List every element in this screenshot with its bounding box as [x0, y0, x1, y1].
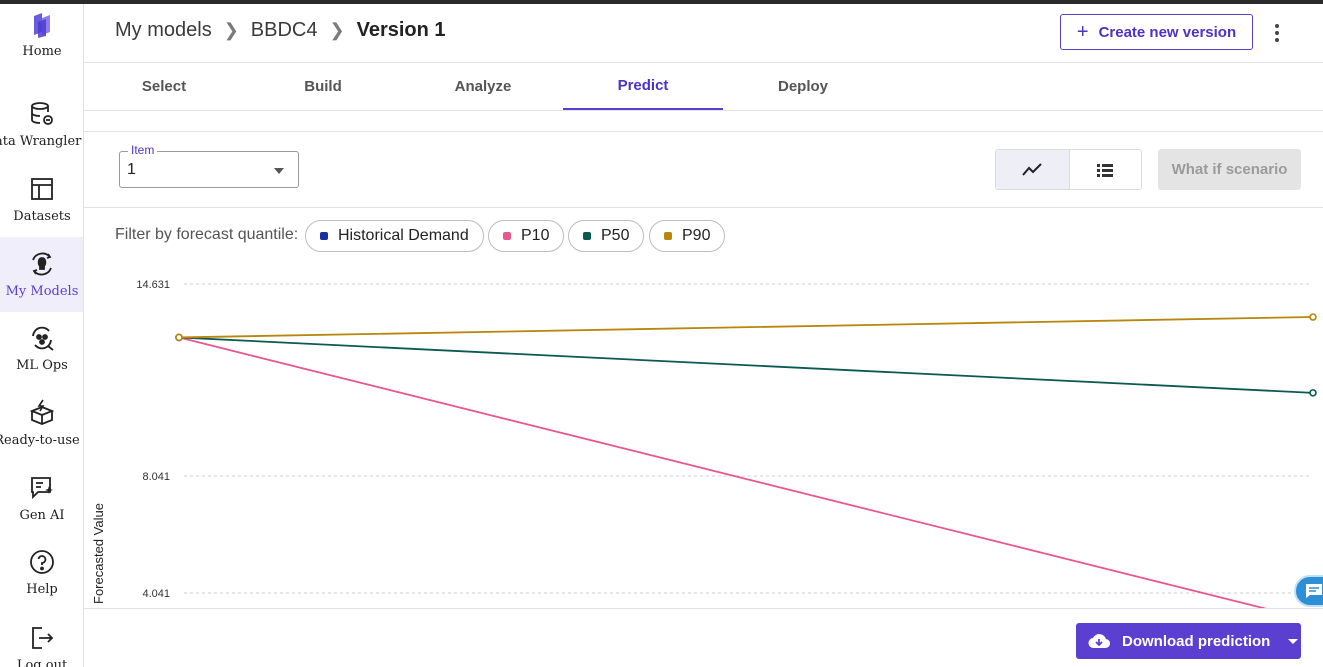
gen-ai-chat-icon [31, 477, 53, 500]
chart-view-button[interactable] [996, 150, 1069, 189]
breadcrumb-version: Version 1 [356, 19, 446, 41]
tab-bar: Select Build Analyze Predict Deploy [84, 63, 1323, 111]
chip-historical-demand[interactable]: Historical Demand [305, 220, 484, 252]
create-new-version-label: Create new version [1098, 23, 1237, 41]
breadcrumb: My models ❯ BBDC4 ❯ Version 1 [115, 19, 446, 42]
sidebar-item-log-out[interactable]: Log out [0, 624, 83, 667]
sidebar-item-label: Help [26, 582, 58, 597]
series-line-p10 [178, 336, 1267, 608]
tab-build[interactable]: Build [243, 63, 403, 110]
sidebar-item-ml-ops[interactable]: ML Ops [0, 324, 83, 394]
chip-p50[interactable]: P50 [568, 220, 645, 252]
forecast-chart: 14.631 8.041 4.041 Forecasted Value [84, 262, 1323, 608]
data-point-p50 [1309, 389, 1317, 397]
y-tick-label: 14.631 [136, 279, 170, 291]
sidebar-item-data-wrangler[interactable]: Data Wrangler [0, 100, 83, 170]
filter-label: Filter by forecast quantile: [115, 226, 299, 243]
sidebar-item-label: Log out [16, 658, 68, 667]
legend-swatch [583, 232, 591, 240]
sidebar-item-label: ML Ops [16, 358, 68, 373]
cloud-download-icon [1088, 634, 1110, 649]
sidebar-item-label: Home [22, 44, 62, 59]
tab-predict[interactable]: Predict [563, 63, 723, 110]
series-line-p50 [178, 336, 1314, 394]
download-prediction-button[interactable]: Download prediction [1076, 623, 1301, 659]
create-new-version-button[interactable]: + Create new version [1060, 14, 1253, 50]
sidebar-item-home[interactable]: Home [0, 10, 83, 80]
chip-p90[interactable]: P90 [649, 220, 726, 252]
sidebar-item-gen-ai[interactable]: Gen AI [0, 474, 83, 544]
legend-swatch [503, 232, 511, 240]
section-divider [84, 207, 1323, 208]
section-divider [84, 131, 1323, 132]
sidebar-item-help[interactable]: Help [0, 548, 83, 618]
breadcrumb-my-models[interactable]: My models [115, 19, 212, 42]
list-icon [1097, 163, 1114, 177]
sidebar-item-label: Gen AI [19, 508, 65, 523]
more-options-icon[interactable] [1272, 20, 1282, 46]
ready-box-icon [29, 399, 55, 425]
y-tick-label: 4.041 [142, 588, 170, 600]
chevron-right-icon: ❯ [223, 20, 239, 40]
caret-down-icon [274, 168, 284, 174]
sidebar-item-my-models[interactable]: My Models [0, 237, 83, 312]
home-logo-icon [34, 13, 50, 38]
footer-divider [84, 608, 1323, 609]
logout-icon [32, 627, 54, 649]
table-icon [31, 178, 53, 200]
item-select[interactable]: Item 1 [119, 143, 299, 188]
sidebar-item-datasets[interactable]: Datasets [0, 175, 83, 245]
tab-analyze[interactable]: Analyze [403, 63, 563, 110]
sidebar: Home Data Wrangler Datasets My Models [0, 4, 84, 667]
sidebar-item-ready-to-use[interactable]: Ready-to-use [0, 399, 83, 469]
chip-label: Historical Demand [338, 227, 469, 244]
mlops-icon [32, 326, 54, 351]
chip-p10[interactable]: P10 [488, 220, 565, 252]
y-axis-label: Forecasted Value [91, 503, 106, 604]
database-icon [31, 102, 53, 125]
y-tick-label: 8.041 [142, 471, 170, 483]
feedback-chat-button[interactable] [1294, 575, 1323, 607]
view-toggle [995, 149, 1142, 190]
item-select-value: 1 [127, 161, 136, 178]
data-point-p90 [175, 333, 183, 342]
chip-label: P10 [521, 227, 550, 244]
plus-icon: + [1076, 21, 1089, 43]
caret-down-icon [1288, 638, 1299, 644]
help-circle-icon [30, 550, 54, 574]
sidebar-item-label: Datasets [13, 209, 71, 224]
what-if-scenario-button[interactable]: What if scenario [1158, 149, 1301, 190]
chevron-right-icon: ❯ [329, 20, 345, 40]
models-bulb-icon [32, 252, 52, 276]
data-point-p90 [1309, 313, 1317, 321]
chip-label: P50 [601, 227, 630, 244]
item-select-label: Item [128, 143, 158, 157]
sidebar-item-label: My Models [5, 284, 79, 299]
tab-select[interactable]: Select [84, 63, 244, 110]
sidebar-item-label: Data Wrangler [0, 134, 82, 149]
forecast-chart-svg: 14.631 8.041 4.041 Forecasted Value [91, 279, 1317, 608]
line-chart-icon [1022, 162, 1042, 176]
chip-label: P90 [682, 227, 711, 244]
series-line-p90 [178, 316, 1314, 339]
legend-swatch [664, 232, 672, 240]
breadcrumb-model[interactable]: BBDC4 [251, 19, 318, 42]
page-header: My models ❯ BBDC4 ❯ Version 1 + Create n… [84, 4, 1323, 63]
table-view-button[interactable] [1068, 150, 1142, 189]
tab-deploy[interactable]: Deploy [723, 63, 883, 110]
sidebar-item-label: Ready-to-use [0, 433, 80, 448]
legend-swatch [320, 232, 328, 240]
download-prediction-label: Download prediction [1122, 632, 1271, 650]
chat-icon [1306, 584, 1322, 598]
